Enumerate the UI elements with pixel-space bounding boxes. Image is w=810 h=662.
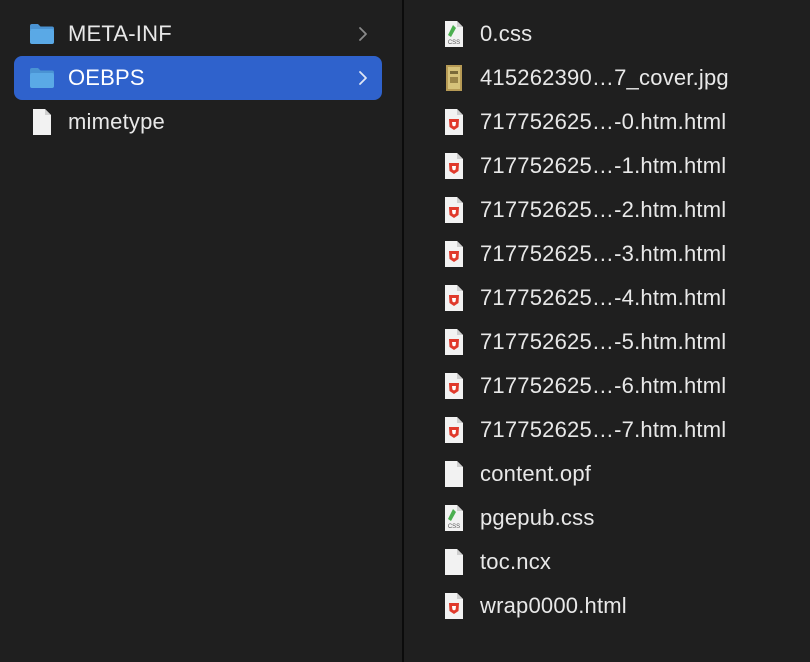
item-label: content.opf — [480, 461, 592, 486]
html-file-icon — [440, 592, 468, 620]
item-label: 0.css — [480, 21, 533, 46]
list-item[interactable]: 717752625…-5.htm.html — [404, 320, 810, 364]
css-file-icon: CSS — [440, 504, 468, 532]
folder-icon — [28, 64, 56, 92]
finder-column-view: META-INF OEBPS mimetype CSS 0.css 415262… — [0, 0, 810, 662]
list-item[interactable]: 415262390…7_cover.jpg — [404, 56, 810, 100]
html-file-icon — [440, 240, 468, 268]
folder-icon — [28, 20, 56, 48]
html-file-icon — [440, 152, 468, 180]
html-file-icon — [440, 328, 468, 356]
html-file-icon — [440, 284, 468, 312]
list-item[interactable]: 717752625…-1.htm.html — [404, 144, 810, 188]
item-label: 717752625…-4.htm.html — [480, 285, 727, 310]
chevron-right-icon — [356, 25, 370, 43]
list-item[interactable]: 717752625…-3.htm.html — [404, 232, 810, 276]
item-label: 717752625…-2.htm.html — [480, 197, 727, 222]
item-label: OEBPS — [68, 65, 145, 90]
item-label: wrap0000.html — [480, 593, 627, 618]
list-item[interactable]: wrap0000.html — [404, 584, 810, 628]
image-file-icon — [440, 64, 468, 92]
chevron-right-icon — [356, 69, 370, 87]
item-label: 717752625…-7.htm.html — [480, 417, 727, 442]
list-item[interactable]: 717752625…-0.htm.html — [404, 100, 810, 144]
right-column: CSS 0.css 415262390…7_cover.jpg 71775262… — [404, 0, 810, 662]
list-item[interactable]: CSS 0.css — [404, 12, 810, 56]
list-item[interactable]: 717752625…-6.htm.html — [404, 364, 810, 408]
document-icon — [440, 460, 468, 488]
document-icon — [440, 548, 468, 576]
item-label: mimetype — [68, 109, 165, 134]
item-label: 717752625…-3.htm.html — [480, 241, 727, 266]
list-item[interactable]: content.opf — [404, 452, 810, 496]
html-file-icon — [440, 108, 468, 136]
left-column: META-INF OEBPS mimetype — [0, 0, 402, 662]
item-label: pgepub.css — [480, 505, 595, 530]
item-label: META-INF — [68, 21, 172, 46]
item-label: 717752625…-0.htm.html — [480, 109, 727, 134]
list-item[interactable]: CSS pgepub.css — [404, 496, 810, 540]
document-icon — [28, 108, 56, 136]
list-item[interactable]: 717752625…-4.htm.html — [404, 276, 810, 320]
list-item[interactable]: toc.ncx — [404, 540, 810, 584]
html-file-icon — [440, 416, 468, 444]
item-label: toc.ncx — [480, 549, 552, 574]
svg-text:CSS: CSS — [448, 40, 460, 46]
list-item-oebps[interactable]: OEBPS — [14, 56, 382, 100]
list-item-meta-inf[interactable]: META-INF — [14, 12, 382, 56]
css-file-icon: CSS — [440, 20, 468, 48]
item-label: 717752625…-1.htm.html — [480, 153, 727, 178]
html-file-icon — [440, 372, 468, 400]
item-label: 415262390…7_cover.jpg — [480, 65, 729, 90]
list-item-mimetype[interactable]: mimetype — [14, 100, 382, 144]
list-item[interactable]: 717752625…-2.htm.html — [404, 188, 810, 232]
item-label: 717752625…-5.htm.html — [480, 329, 727, 354]
html-file-icon — [440, 196, 468, 224]
list-item[interactable]: 717752625…-7.htm.html — [404, 408, 810, 452]
svg-text:CSS: CSS — [448, 524, 460, 530]
item-label: 717752625…-6.htm.html — [480, 373, 727, 398]
